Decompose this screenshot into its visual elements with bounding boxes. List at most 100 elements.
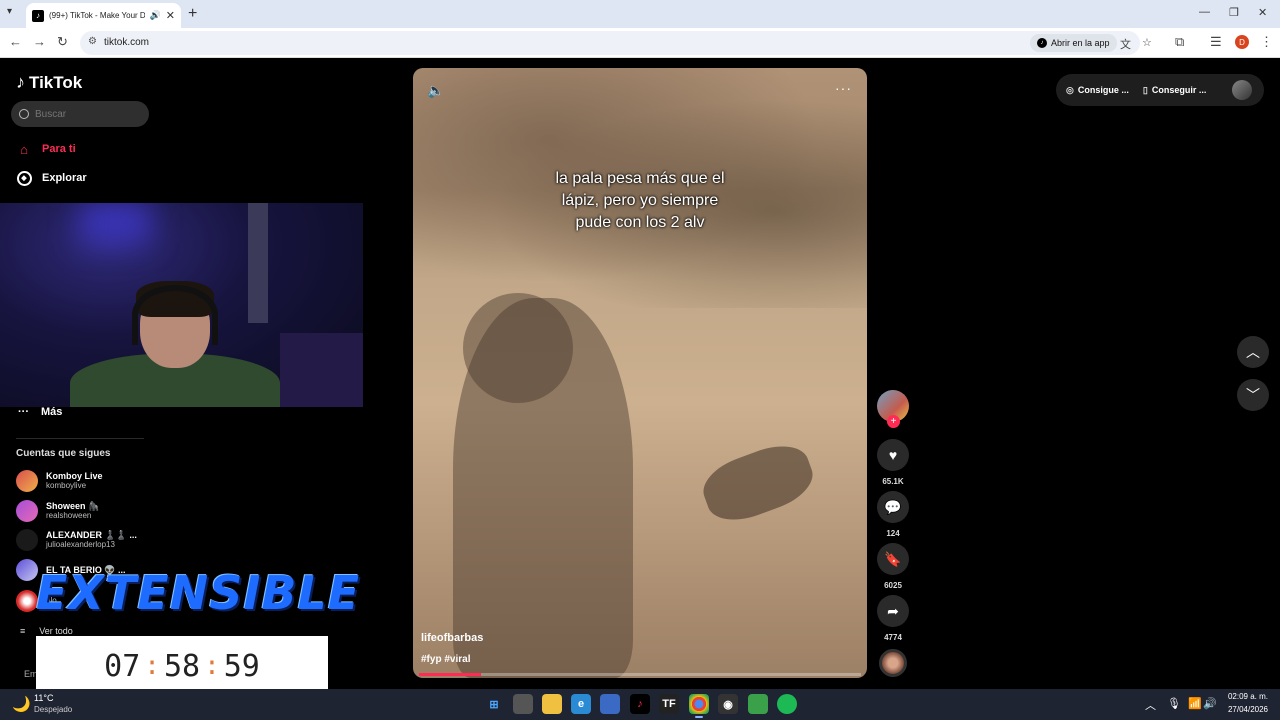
weather-temperature[interactable]: 11°C [34,693,53,703]
new-tab-button[interactable]: + [188,5,197,23]
tray-overflow-icon[interactable]: ︿ [1145,697,1156,713]
browser-menu-icon[interactable]: ⋮ [1260,34,1273,50]
video-progress-bar[interactable] [419,673,861,676]
share-count: 4774 [884,633,902,642]
timer-separator: : [144,651,160,681]
nav-explore-label: Explorar [42,172,87,184]
get-app-button[interactable]: ▯ Conseguir ... [1143,85,1206,96]
save-button[interactable]: 🔖 [877,543,909,575]
cam-background-shelf [280,333,363,407]
video-progress-fill [419,673,481,676]
heart-icon: ♥ [888,447,898,463]
search-input[interactable] [35,108,135,120]
translate-icon[interactable]: 文 [1120,36,1131,52]
comment-icon: 💬 [884,498,902,515]
open-in-app-label: Abrir en la app [1051,38,1110,48]
extensions-icon[interactable]: ⧉ [1175,34,1184,50]
following-account[interactable]: Shoween 🦍 realshoween [16,500,99,522]
following-account[interactable]: Komboy Live komboylive [16,470,103,492]
avatar [16,529,38,551]
account-handle: julioalexanderlop13 [46,540,115,549]
more-dots-icon: ··· [18,406,29,418]
profile-avatar[interactable]: D [1235,35,1249,49]
chrome-icon[interactable] [689,694,709,714]
tiktok-app-icon[interactable]: ♪ [630,694,650,714]
forward-icon[interactable]: → [33,34,46,49]
account-handle: komboylive [46,481,87,490]
next-video-button[interactable]: ﹀ [1237,379,1269,411]
bluestacks-icon[interactable] [748,694,768,714]
video-player[interactable]: 🔈 ··· la pala pesa más que el lápiz, per… [413,68,867,678]
avatar [16,470,38,492]
volume-icon[interactable]: 🔈 [427,82,444,99]
address-bar[interactable]: ⚙ tiktok.com ♪ Abrir en la app 文 ☆ [80,31,1152,55]
see-all-label: Ver todo [39,626,73,636]
spotify-icon[interactable] [777,694,797,714]
reading-list-icon[interactable]: ☰ [1210,34,1222,50]
like-count: 65.1K [882,477,904,486]
logo-text: TikTok [29,72,83,92]
caption-line: lápiz, pero yo siempre [561,192,719,209]
minimize-icon[interactable]: — [1199,6,1210,18]
nav-explore[interactable]: ◆ Explorar [16,170,87,186]
divider [16,438,144,439]
share-button[interactable]: ➦ [877,595,909,627]
bookmark-star-icon[interactable]: ☆ [1142,36,1152,49]
browser-tab-tiktok[interactable]: ♪ (99+) TikTok - Make Your Day 🔊 ✕ [26,3,181,28]
timer-separator: : [204,651,220,681]
tf-app-icon[interactable]: TF [659,694,679,714]
tiktok-logo[interactable]: ♪ TikTok [16,72,82,93]
user-avatar[interactable] [1232,80,1252,100]
share-icon: ➦ [887,602,899,619]
comment-button[interactable]: 💬 [877,491,909,523]
close-window-icon[interactable]: ✕ [1258,6,1267,19]
video-hashtags[interactable]: #fyp #viral [421,654,470,665]
nav-for-you[interactable]: ⌂ Para ti [16,141,76,157]
timer-hours: 07 [104,648,141,684]
get-coins-button[interactable]: ◎ Consigue ... [1066,85,1129,96]
search-box[interactable] [11,101,149,127]
moon-icon: 🌙 [12,696,31,713]
obs-icon[interactable]: ◉ [718,694,738,714]
tab-list-icon[interactable]: ▾ [7,6,12,17]
restore-icon[interactable]: ❐ [1229,6,1239,19]
file-explorer-icon[interactable] [542,694,562,714]
tab-close-icon[interactable]: ✕ [166,9,175,22]
windows-taskbar: 🌙 11°C Despejado ⊞ e ♪ TF ◉ ︿ 🎙 📶 🔊 02:0… [0,689,1280,720]
microphone-icon[interactable]: 🎙 [1167,697,1181,710]
avatar [16,590,38,612]
tiktok-icon: ♪ [1037,38,1047,48]
reload-icon[interactable]: ↻ [57,34,68,50]
clock-time[interactable]: 02:09 a. m. [1226,692,1268,701]
list-icon: ≡ [20,626,26,636]
cam-background-window [248,203,268,323]
music-disc[interactable] [879,649,907,677]
following-title: Cuentas que sigues [16,448,111,459]
clock-date[interactable]: 27/04/2026 [1216,705,1268,714]
follow-plus-button[interactable]: + [887,415,900,428]
like-button[interactable]: ♥ [877,439,909,471]
store-icon[interactable] [600,694,620,714]
avatar [16,559,38,581]
previous-video-button[interactable]: ︿ [1237,336,1269,368]
following-account[interactable]: ALEXANDER ♟️♟️ ... julioalexanderlop13 [16,529,137,551]
more-options-icon[interactable]: ··· [835,80,852,96]
wifi-icon[interactable]: 📶 [1188,697,1202,710]
weather-description[interactable]: Despejado [34,705,72,714]
see-all-link[interactable]: ≡ Ver todo [20,626,73,636]
nav-more-label: Más [41,406,63,418]
cam-light [80,203,150,243]
speaker-icon[interactable]: 🔊 [1203,697,1217,710]
open-in-app-button[interactable]: ♪ Abrir en la app [1030,34,1117,52]
extensible-brand-overlay: EXTENSIBLE [36,566,361,620]
timer-minutes: 58 [163,648,201,684]
start-menu-icon[interactable]: ⊞ [484,694,504,714]
back-icon[interactable]: ← [9,34,22,49]
nav-more[interactable]: ··· Más [18,406,62,418]
task-view-icon[interactable] [513,694,533,714]
video-username[interactable]: lifeofbarbas [421,632,483,644]
tab-audio-icon[interactable]: 🔊 [150,10,161,21]
bookmark-icon: 🔖 [884,550,902,567]
edge-icon[interactable]: e [571,694,591,714]
site-info-icon[interactable]: ⚙ [88,36,97,47]
